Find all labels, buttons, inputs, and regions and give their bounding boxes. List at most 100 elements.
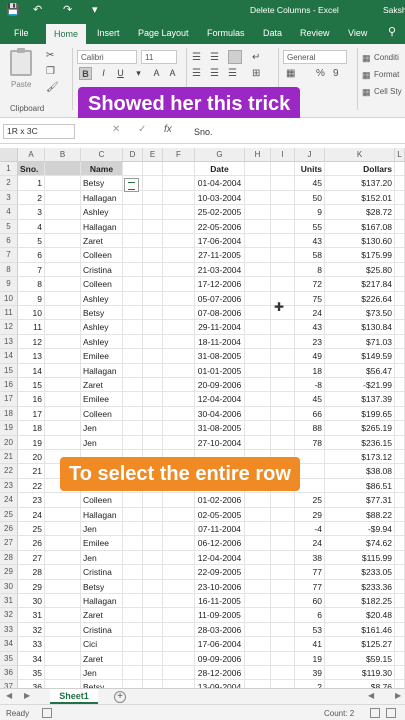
cell-empty[interactable]: [245, 493, 271, 508]
cell-empty[interactable]: [395, 680, 405, 688]
cell-empty[interactable]: [245, 637, 271, 652]
cell-empty[interactable]: [143, 637, 163, 652]
cell-empty[interactable]: [271, 637, 295, 652]
row-number[interactable]: 12: [0, 320, 18, 335]
table-row[interactable]: 7 6 Colleen 27-11-2005 58 $175.99: [0, 248, 405, 263]
cell-empty[interactable]: [395, 550, 405, 566]
cell-empty[interactable]: [395, 248, 405, 263]
table-row[interactable]: 6 5 Zaret 17-06-2004 43 $130.60: [0, 234, 405, 249]
cell-empty[interactable]: [245, 608, 271, 623]
row-number[interactable]: 21: [0, 450, 18, 465]
paste-icon[interactable]: [10, 48, 32, 76]
row-number[interactable]: 6: [0, 234, 18, 249]
cell-empty[interactable]: [45, 550, 81, 566]
cell-date[interactable]: 12-04-2004: [195, 550, 245, 566]
cell-empty[interactable]: [123, 637, 143, 652]
cell-sno[interactable]: 5: [18, 234, 45, 249]
scroll-right-icon[interactable]: ▶: [395, 691, 401, 700]
cell-dollars[interactable]: $161.46: [325, 622, 395, 638]
cell-dollars[interactable]: Dollars: [325, 162, 395, 177]
cell-empty[interactable]: [271, 622, 295, 638]
table-row[interactable]: 36 35 Jen 28-12-2006 39 $119.30: [0, 666, 405, 681]
cell-empty[interactable]: [271, 363, 295, 378]
cell-date[interactable]: 31-08-2005: [195, 421, 245, 436]
cell-empty[interactable]: [245, 651, 271, 666]
format-as-table-button[interactable]: Format: [374, 70, 399, 79]
cell-empty[interactable]: [271, 205, 295, 220]
column-header-i[interactable]: I: [271, 148, 295, 162]
cell-empty[interactable]: [395, 306, 405, 321]
cut-icon[interactable]: ✂: [46, 50, 54, 61]
cell-empty[interactable]: [395, 637, 405, 652]
cell-empty[interactable]: [123, 406, 143, 422]
underline-dropdown-icon[interactable]: ▾: [132, 67, 145, 80]
cell-units[interactable]: 8: [295, 262, 325, 278]
cell-name[interactable]: Ashley: [81, 291, 123, 306]
align-right-icon[interactable]: ☰: [228, 68, 237, 79]
cell-empty[interactable]: [45, 435, 81, 450]
tab-review[interactable]: Review: [300, 26, 330, 40]
cell-empty[interactable]: [143, 378, 163, 393]
cancel-icon[interactable]: ✕: [112, 124, 120, 135]
underline-button[interactable]: U: [114, 67, 127, 80]
cell-dollars[interactable]: $8.76: [325, 680, 395, 688]
cell-empty[interactable]: [245, 378, 271, 393]
cell-name[interactable]: Jen: [81, 550, 123, 566]
cell-empty[interactable]: [395, 450, 405, 465]
row-number[interactable]: 15: [0, 363, 18, 378]
tab-insert[interactable]: Insert: [97, 26, 120, 40]
cell-empty[interactable]: [163, 550, 195, 566]
cell-units[interactable]: 77: [295, 565, 325, 580]
cell-empty[interactable]: [163, 680, 195, 688]
cell-name[interactable]: Emilee: [81, 392, 123, 407]
table-row[interactable]: 15 14 Hallagan 01-01-2005 18 $56.47: [0, 363, 405, 378]
redo-icon[interactable]: ↷: [63, 3, 72, 17]
cell-date[interactable]: 30-04-2006: [195, 406, 245, 422]
worksheet-grid[interactable]: A B C D E F G H I J K L 1 Sno. Name Date Uni…: [0, 148, 405, 688]
cell-name[interactable]: Colleen: [81, 248, 123, 263]
paste-label[interactable]: Paste: [11, 80, 31, 89]
cell-date[interactable]: 07-08-2006: [195, 306, 245, 321]
cell-date[interactable]: Date: [195, 162, 245, 177]
increase-font-icon[interactable]: A: [150, 67, 163, 80]
table-row[interactable]: 11 10 Betsy 07-08-2006 24 $73.50: [0, 306, 405, 321]
header-row[interactable]: 1 Sno. Name Date Units Dollars: [0, 162, 405, 177]
cell-units[interactable]: 53: [295, 622, 325, 638]
cell-empty[interactable]: [395, 277, 405, 292]
row-number[interactable]: 25: [0, 507, 18, 522]
cell-units[interactable]: 19: [295, 651, 325, 666]
cell-empty[interactable]: [395, 234, 405, 249]
cell-name[interactable]: Hallagan: [81, 219, 123, 234]
cell-empty[interactable]: [143, 421, 163, 436]
cell-empty[interactable]: [163, 522, 195, 537]
cell-empty[interactable]: [245, 406, 271, 422]
cell-empty[interactable]: [395, 392, 405, 407]
cell-name[interactable]: Jen: [81, 435, 123, 450]
align-left-icon[interactable]: ☰: [192, 68, 201, 79]
cell-name[interactable]: Betsy: [81, 306, 123, 321]
cell-units[interactable]: 72: [295, 277, 325, 292]
cell-units[interactable]: 66: [295, 406, 325, 422]
cell-dollars[interactable]: $152.01: [325, 190, 395, 206]
table-row[interactable]: 16 15 Zaret 20-09-2006 -8 -$21.99: [0, 378, 405, 393]
cell-empty[interactable]: [45, 522, 81, 537]
table-row[interactable]: 30 29 Betsy 23-10-2006 77 $233.36: [0, 579, 405, 594]
cell-date[interactable]: 12-04-2004: [195, 392, 245, 407]
row-number[interactable]: 29: [0, 565, 18, 580]
add-sheet-button[interactable]: +: [114, 691, 126, 703]
cell-sno[interactable]: 2: [18, 190, 45, 206]
table-row[interactable]: 17 16 Emilee 12-04-2004 45 $137.39: [0, 392, 405, 407]
cell-date[interactable]: 31-08-2005: [195, 349, 245, 364]
column-header-j[interactable]: J: [295, 148, 325, 162]
cell-units[interactable]: 43: [295, 320, 325, 335]
cell-empty[interactable]: [143, 550, 163, 566]
cell-empty[interactable]: [245, 248, 271, 263]
cell-name[interactable]: Hallagan: [81, 594, 123, 609]
row-number[interactable]: 22: [0, 464, 18, 479]
cell-empty[interactable]: [245, 262, 271, 278]
row-number[interactable]: 36: [0, 666, 18, 681]
cell-sno[interactable]: 30: [18, 594, 45, 609]
cell-empty[interactable]: [271, 536, 295, 551]
tab-formulas[interactable]: Formulas: [207, 26, 245, 40]
currency-icon[interactable]: ▦: [286, 68, 295, 79]
